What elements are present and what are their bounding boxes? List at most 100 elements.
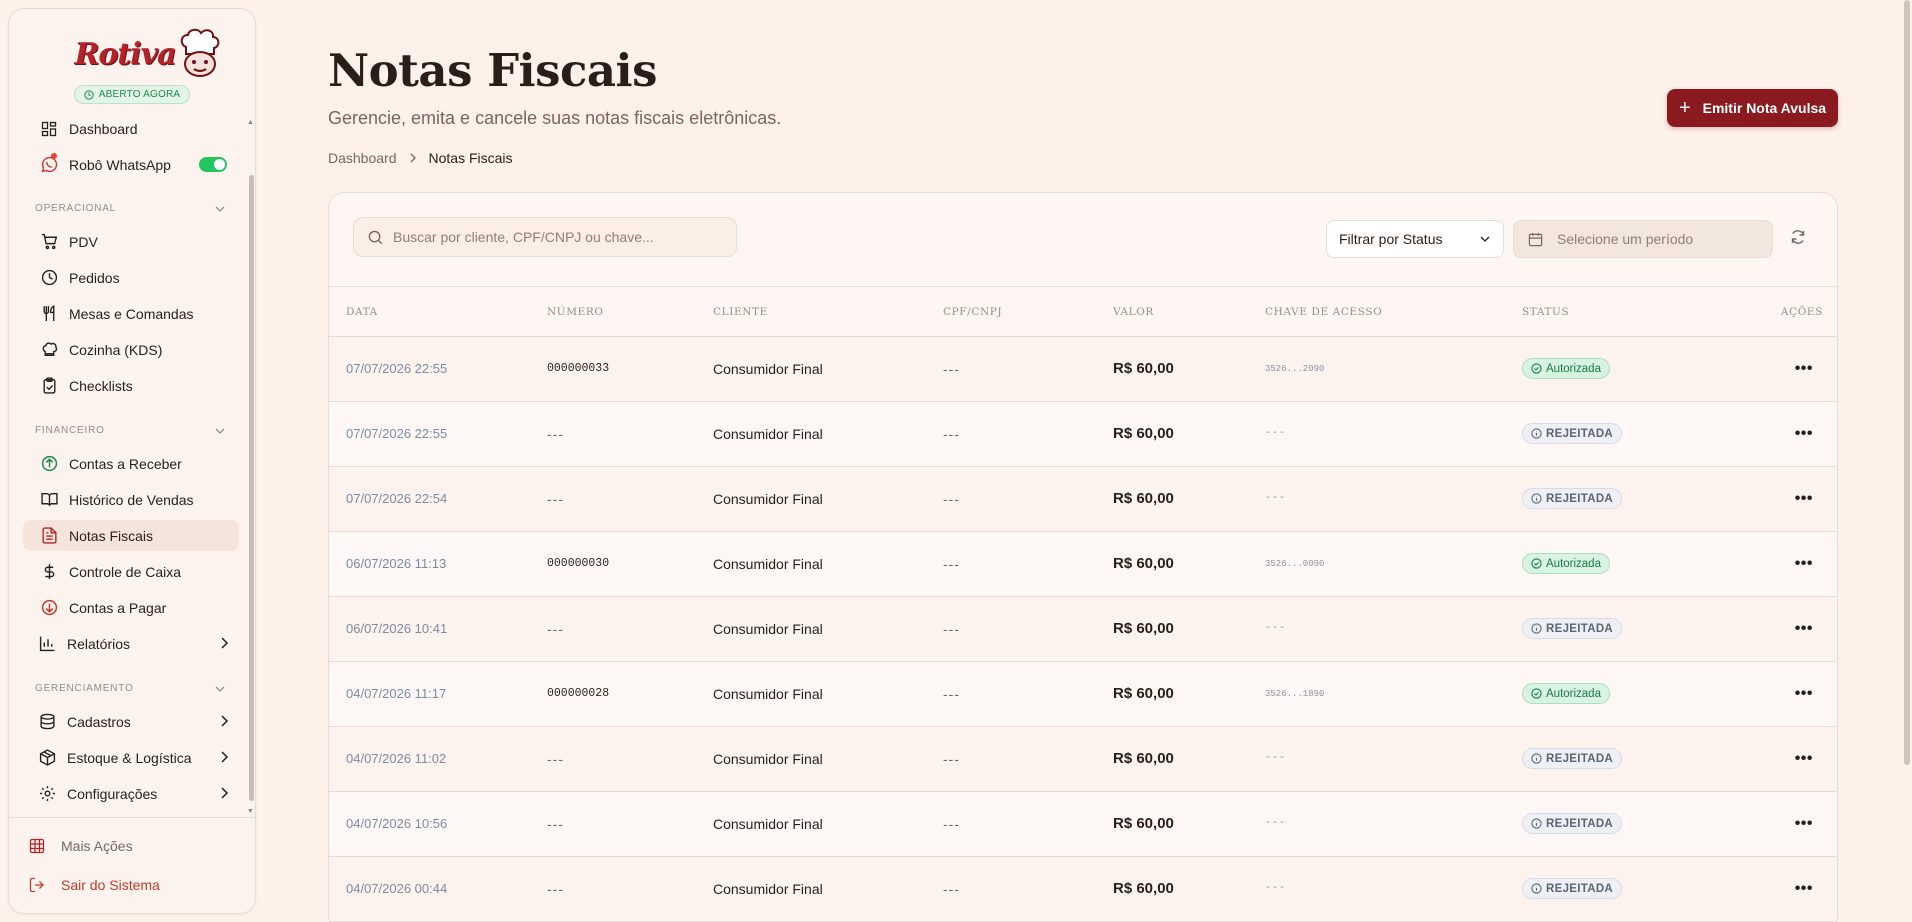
breadcrumb-link-dashboard[interactable]: Dashboard — [328, 150, 397, 166]
more-actions-icon[interactable]: ••• — [1795, 880, 1813, 897]
sidebar-item-label: Controle de Caixa — [69, 563, 182, 580]
more-actions-button[interactable]: Mais Ações — [27, 838, 133, 854]
refresh-button[interactable] — [1790, 229, 1806, 245]
table-row[interactable]: 04/07/2026 11:17 000000028 Consumidor Fi… — [329, 661, 1837, 726]
chevron-right-icon — [221, 787, 229, 799]
sidebar-item-whatsapp-bot[interactable]: Robô WhatsApp — [23, 149, 239, 180]
chevron-right-icon — [221, 637, 229, 649]
table-row[interactable]: 06/07/2026 10:41 --- Consumidor Final --… — [329, 596, 1837, 661]
table-row[interactable]: 07/07/2026 22:55 000000033 Consumidor Fi… — [329, 336, 1837, 401]
status-badge: REJEITADA — [1522, 488, 1623, 509]
cell-data: 04/07/2026 11:17 — [346, 686, 447, 701]
column-header-cliente[interactable]: CLIENTE — [713, 288, 943, 337]
cell-numero: --- — [547, 880, 564, 897]
sidebar-scrollbar[interactable] — [249, 175, 254, 801]
cell-cpf: --- — [943, 425, 960, 442]
status-label: REJEITADA — [1546, 492, 1614, 505]
cell-data: 04/07/2026 11:02 — [346, 751, 447, 766]
cell-acoes: ••• — [1722, 401, 1837, 466]
sidebar-item-mesas[interactable]: Mesas e Comandas — [23, 298, 239, 329]
sidebar-item-checklists[interactable]: Checklists — [23, 370, 239, 401]
date-range-placeholder: Selecione um período — [1557, 231, 1694, 247]
cell-chave: --- — [1265, 493, 1287, 504]
sidebar-item-label: Dashboard — [69, 120, 138, 137]
sidebar-item-label: Relatórios — [67, 635, 131, 652]
table-row[interactable]: 04/07/2026 10:56 --- Consumidor Final --… — [329, 791, 1837, 856]
column-header-cpf[interactable]: CPF/CNPJ — [943, 288, 1113, 337]
more-actions-icon[interactable]: ••• — [1795, 750, 1813, 767]
table-row[interactable]: 07/07/2026 22:55 --- Consumidor Final --… — [329, 401, 1837, 466]
page-scrollbar[interactable] — [1904, 0, 1910, 765]
sidebar-item-controle-caixa[interactable]: Controle de Caixa — [23, 556, 239, 587]
chevron-down-icon[interactable] — [215, 685, 225, 693]
cell-cliente: Consumidor Final — [713, 360, 823, 377]
emit-invoice-button[interactable]: + Emitir Nota Avulsa — [1667, 89, 1838, 127]
table-row[interactable]: 06/07/2026 11:13 000000030 Consumidor Fi… — [329, 531, 1837, 596]
chevron-down-icon[interactable] — [215, 427, 225, 435]
search-box[interactable] — [353, 217, 737, 257]
sidebar-item-configuracoes[interactable]: Configurações — [23, 778, 239, 809]
sidebar-item-contas-pagar[interactable]: Contas a Pagar — [23, 592, 239, 623]
cell-chave: --- — [1265, 818, 1287, 829]
breadcrumb: Dashboard Notas Fiscais — [328, 150, 513, 166]
chevron-down-icon[interactable] — [215, 205, 225, 213]
status-badge: REJEITADA — [1522, 748, 1623, 769]
sidebar-item-pdv[interactable]: PDV — [23, 226, 239, 257]
cell-acoes: ••• — [1722, 466, 1837, 531]
more-actions-icon[interactable]: ••• — [1795, 555, 1813, 572]
chevron-down-icon — [1480, 236, 1490, 242]
cell-numero: --- — [547, 490, 564, 507]
brand-logo[interactable]: Rotiva — [74, 37, 176, 72]
more-actions-icon[interactable]: ••• — [1795, 815, 1813, 832]
table-row[interactable]: 04/07/2026 00:44 --- Consumidor Final --… — [329, 856, 1837, 921]
cell-status: REJEITADA — [1522, 401, 1722, 466]
sidebar-item-estoque[interactable]: Estoque & Logística — [23, 742, 239, 773]
table-row[interactable]: 04/07/2026 11:02 --- Consumidor Final --… — [329, 726, 1837, 791]
column-header-chave[interactable]: CHAVE DE ACESSO — [1265, 288, 1522, 337]
cell-status: REJEITADA — [1522, 726, 1722, 791]
scroll-up-arrow-icon[interactable]: ▲ — [247, 119, 254, 126]
table-row[interactable]: 07/07/2026 22:54 --- Consumidor Final --… — [329, 466, 1837, 531]
sidebar-item-label: Cozinha (KDS) — [69, 341, 163, 358]
column-header-valor[interactable]: VALOR — [1113, 288, 1265, 337]
column-header-status[interactable]: STATUS — [1522, 288, 1722, 337]
status-label: REJEITADA — [1546, 622, 1614, 635]
more-actions-icon[interactable]: ••• — [1795, 490, 1813, 507]
open-status-text: ABERTO AGORA — [98, 89, 181, 100]
scroll-down-arrow-icon[interactable]: ▼ — [247, 808, 254, 815]
dollar-icon — [39, 562, 59, 582]
column-header-data[interactable]: DATA — [329, 288, 547, 337]
sidebar-item-notas-fiscais[interactable]: Notas Fiscais — [23, 520, 239, 551]
calendar-icon — [1528, 232, 1543, 247]
sidebar-item-historico-vendas[interactable]: Histórico de Vendas — [23, 484, 239, 515]
more-actions-icon[interactable]: ••• — [1795, 360, 1813, 377]
cell-chave: --- — [1265, 753, 1287, 764]
cell-chave: --- — [1265, 883, 1287, 894]
sidebar-item-cozinha[interactable]: Cozinha (KDS) — [23, 334, 239, 365]
cell-cliente: Consumidor Final — [713, 425, 823, 442]
date-range-picker[interactable]: Selecione um período — [1513, 220, 1773, 258]
table-body: 07/07/2026 22:55 000000033 Consumidor Fi… — [329, 336, 1837, 921]
invoices-table: DATA NÚMERO CLIENTE CPF/CNPJ VALOR CHAVE… — [329, 288, 1837, 922]
cell-valor: R$ 60,00 — [1113, 880, 1174, 897]
logout-button[interactable]: Sair do Sistema — [27, 877, 160, 893]
more-actions-icon[interactable]: ••• — [1795, 685, 1813, 702]
sidebar-item-relatorios[interactable]: Relatórios — [23, 628, 239, 659]
column-header-numero[interactable]: NÚMERO — [547, 288, 713, 337]
status-filter-select[interactable]: Filtrar por Status — [1326, 220, 1504, 258]
more-actions-icon[interactable]: ••• — [1795, 425, 1813, 442]
search-input[interactable] — [393, 229, 723, 245]
section-title-financeiro: FINANCEIRO — [35, 425, 105, 436]
invoices-card: Filtrar por Status Selecione um período … — [328, 192, 1838, 922]
cell-valor: R$ 60,00 — [1113, 490, 1174, 507]
whatsapp-bot-toggle[interactable] — [199, 157, 227, 172]
sidebar-item-pedidos[interactable]: Pedidos — [23, 262, 239, 293]
info-circle-icon — [1531, 493, 1542, 504]
sidebar-item-dashboard[interactable]: Dashboard — [23, 113, 239, 144]
cell-cpf: --- — [943, 555, 960, 572]
sidebar-item-cadastros[interactable]: Cadastros — [23, 706, 239, 737]
status-label: REJEITADA — [1546, 752, 1614, 765]
cell-numero: --- — [547, 750, 564, 767]
more-actions-icon[interactable]: ••• — [1795, 620, 1813, 637]
sidebar-item-contas-receber[interactable]: Contas a Receber — [23, 448, 239, 479]
